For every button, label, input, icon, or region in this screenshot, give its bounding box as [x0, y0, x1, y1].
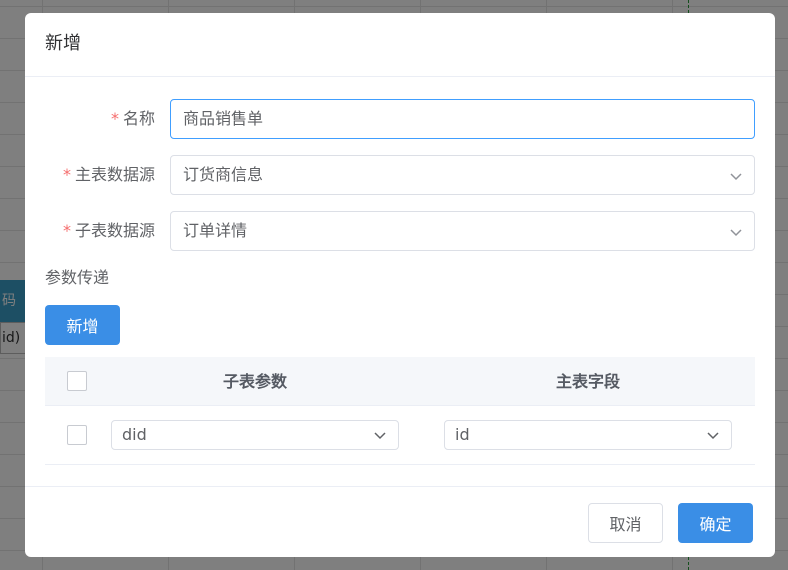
dialog-footer: 取消 确定: [25, 486, 775, 557]
name-label: * 名称: [111, 99, 155, 139]
column-header-main-field: 主表字段: [555, 372, 620, 391]
sub-param-value: did: [122, 425, 147, 444]
row-checkbox[interactable]: [67, 425, 87, 445]
main-source-select[interactable]: 订货商信息: [170, 155, 755, 195]
sub-param-select[interactable]: did: [111, 420, 399, 450]
name-label-text: 名称: [122, 109, 155, 128]
table-header: 子表参数 主表字段: [45, 357, 755, 406]
sub-source-label: * 子表数据源: [63, 211, 155, 251]
cancel-button[interactable]: 取消: [588, 503, 663, 543]
chevron-down-icon: [730, 229, 742, 237]
form-row-main-source: * 主表数据源 订货商信息: [25, 155, 775, 195]
name-input[interactable]: 商品销售单: [170, 99, 755, 139]
dialog-title: 新增: [45, 33, 81, 54]
params-section-label: 参数传递: [45, 268, 110, 287]
form-row-sub-source: * 子表数据源 订单详情: [25, 211, 775, 251]
form-row-name: * 名称 商品销售单: [25, 99, 775, 139]
select-all-checkbox[interactable]: [67, 371, 87, 391]
main-field-value: id: [455, 425, 470, 444]
add-param-button[interactable]: 新增: [45, 305, 120, 345]
params-table: 子表参数 主表字段 did id: [45, 357, 755, 465]
chevron-down-icon: [707, 432, 719, 440]
column-header-sub-param: 子表参数: [222, 372, 287, 391]
sub-source-select[interactable]: 订单详情: [170, 211, 755, 251]
sub-source-value: 订单详情: [183, 221, 248, 240]
chevron-down-icon: [374, 432, 386, 440]
required-marker: *: [62, 165, 71, 184]
main-field-select[interactable]: id: [444, 420, 732, 450]
sub-source-label-text: 子表数据源: [74, 221, 155, 240]
confirm-button[interactable]: 确定: [678, 503, 753, 543]
table-row: did id: [45, 406, 755, 465]
main-source-label: * 主表数据源: [63, 155, 155, 195]
chevron-down-icon: [730, 173, 742, 181]
dialog-header: 新增: [25, 13, 775, 77]
main-source-label-text: 主表数据源: [74, 165, 155, 184]
main-source-value: 订货商信息: [183, 165, 264, 184]
required-marker: *: [110, 109, 119, 128]
add-dialog: 新增 * 名称 商品销售单 * 主表数据源 订货商信息 * 子表数据源 订单详情 参数…: [25, 13, 775, 557]
required-marker: *: [62, 221, 71, 240]
